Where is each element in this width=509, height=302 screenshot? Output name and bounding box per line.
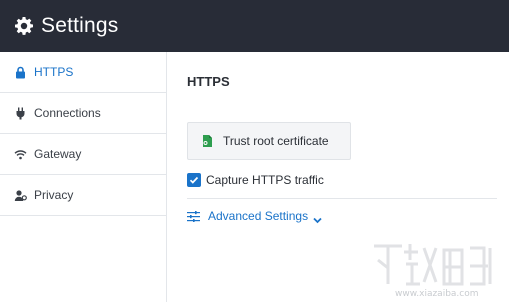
sidebar-item-label: Privacy — [34, 188, 74, 202]
app-title: Settings — [41, 14, 119, 37]
sidebar-item-label: Gateway — [34, 147, 82, 161]
sidebar-item-label: Connections — [34, 106, 101, 120]
chevron-down-icon — [313, 213, 322, 223]
capture-https-checkbox[interactable] — [187, 173, 201, 187]
user-secret-icon — [14, 189, 27, 202]
app-header: Settings — [0, 0, 509, 52]
sidebar-item-label: HTTPS — [34, 65, 74, 79]
lock-icon — [14, 66, 27, 79]
sliders-icon — [187, 210, 200, 222]
section-title: HTTPS — [187, 74, 230, 89]
trust-button-label: Trust root certificate — [223, 134, 329, 148]
certificate-icon — [200, 134, 214, 148]
gear-icon — [14, 16, 34, 36]
divider — [187, 198, 497, 199]
sidebar-item-https[interactable]: HTTPS — [0, 52, 166, 93]
wifi-icon — [14, 148, 27, 161]
sidebar-item-connections[interactable]: Connections — [0, 93, 166, 134]
capture-https-option[interactable]: Capture HTTPS traffic — [187, 173, 324, 187]
sidebar: HTTPS Connections Gateway Privacy — [0, 52, 167, 302]
advanced-settings-label: Advanced Settings — [208, 209, 309, 223]
sidebar-item-gateway[interactable]: Gateway — [0, 134, 166, 175]
watermark-url: www.xiazaiba.com — [395, 289, 479, 299]
sidebar-item-privacy[interactable]: Privacy — [0, 175, 166, 216]
trust-root-certificate-button[interactable]: Trust root certificate — [187, 122, 351, 160]
plug-icon — [14, 107, 27, 120]
capture-https-label: Capture HTTPS traffic — [206, 173, 324, 187]
advanced-settings-toggle[interactable]: Advanced Settings — [187, 209, 322, 223]
